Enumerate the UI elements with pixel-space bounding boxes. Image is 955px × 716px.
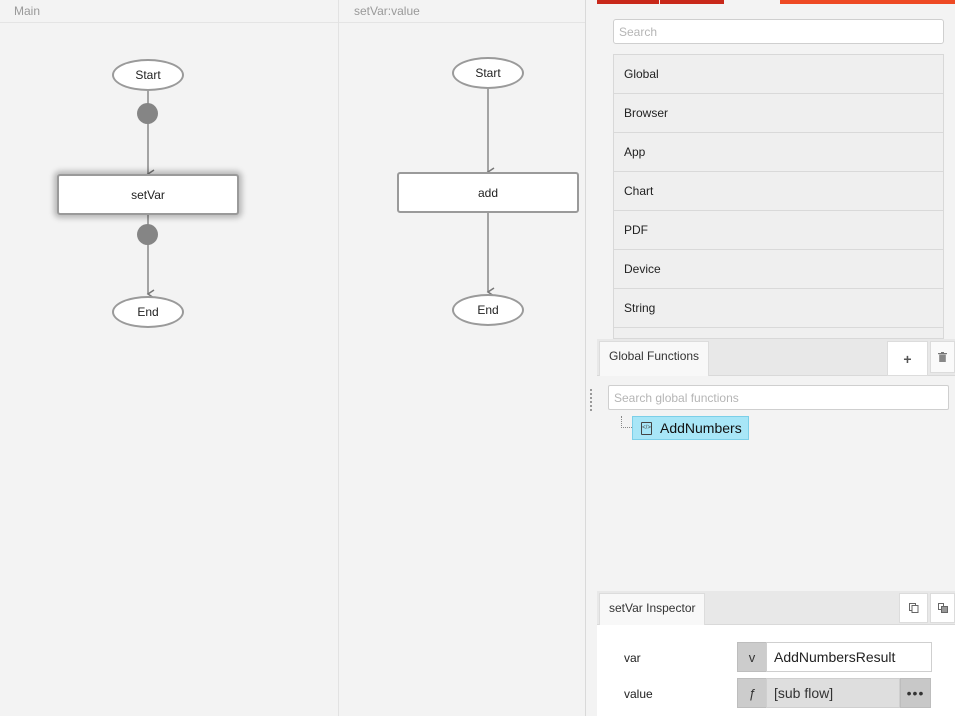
main-flow-connectors (146, 91, 155, 299)
value-field[interactable]: [sub flow] (766, 678, 900, 708)
function-item-label: AddNumbers (660, 420, 742, 436)
trash-icon (938, 352, 947, 362)
category-app[interactable]: App (614, 133, 943, 172)
code-file-icon: </> (641, 421, 652, 435)
add-node[interactable]: add (397, 172, 579, 213)
start-node[interactable]: Start (452, 57, 524, 89)
start-node[interactable]: Start (112, 59, 184, 91)
value-label: value (624, 687, 653, 701)
ellipsis-icon: ••• (906, 685, 925, 701)
var-name-field[interactable]: AddNumbersResult (766, 642, 932, 672)
top-tab-active[interactable] (780, 0, 955, 4)
top-tab-strip (597, 0, 955, 4)
main-flow-canvas[interactable]: Main Start setVar End (0, 0, 339, 716)
connector-handle[interactable] (137, 103, 158, 124)
panel-splitter[interactable] (586, 0, 597, 716)
category-pdf[interactable]: PDF (614, 211, 943, 250)
paste-button[interactable] (930, 593, 955, 623)
delete-function-button[interactable] (930, 341, 955, 373)
app-window: Main Start setVar End setVar:value Start… (0, 0, 955, 716)
add-function-button[interactable]: + (887, 341, 928, 376)
paste-icon (937, 603, 948, 613)
category-global[interactable]: Global (614, 55, 943, 94)
subflow-connectors (486, 89, 495, 297)
top-tab-1[interactable] (597, 0, 659, 4)
more-options-button[interactable]: ••• (900, 678, 931, 708)
right-sidebar: Global Browser App Chart PDF Device Stri… (597, 0, 955, 716)
copy-icon (908, 603, 918, 613)
category-chart[interactable]: Chart (614, 172, 943, 211)
category-browser[interactable]: Browser (614, 94, 943, 133)
tree-connector (621, 416, 632, 428)
category-device[interactable]: Device (614, 250, 943, 289)
global-functions-search-input[interactable] (608, 385, 949, 410)
function-item-addnumbers[interactable]: </> AddNumbers (632, 416, 749, 440)
toolbox-category-list: Global Browser App Chart PDF Device Stri… (613, 54, 944, 339)
plus-icon: + (903, 350, 912, 367)
copy-button[interactable] (899, 593, 928, 623)
category-string[interactable]: String (614, 289, 943, 328)
toolbox-search-input[interactable] (613, 19, 944, 44)
tab-setvar-inspector[interactable]: setVar Inspector (599, 593, 706, 625)
end-node[interactable]: End (112, 296, 184, 328)
setvar-node[interactable]: setVar (57, 174, 239, 215)
connector-handle[interactable] (137, 224, 158, 245)
var-label: var (624, 651, 641, 665)
subflow-canvas[interactable]: setVar:value Start add End (339, 0, 586, 716)
function-type-button[interactable]: ƒ (737, 678, 767, 708)
top-tab-2[interactable] (660, 0, 724, 4)
tab-global-functions[interactable]: Global Functions (599, 341, 710, 376)
category-more[interactable] (614, 328, 943, 338)
var-type-button[interactable]: v (737, 642, 767, 672)
end-node[interactable]: End (452, 294, 524, 326)
splitter-grip-icon[interactable] (590, 389, 594, 413)
